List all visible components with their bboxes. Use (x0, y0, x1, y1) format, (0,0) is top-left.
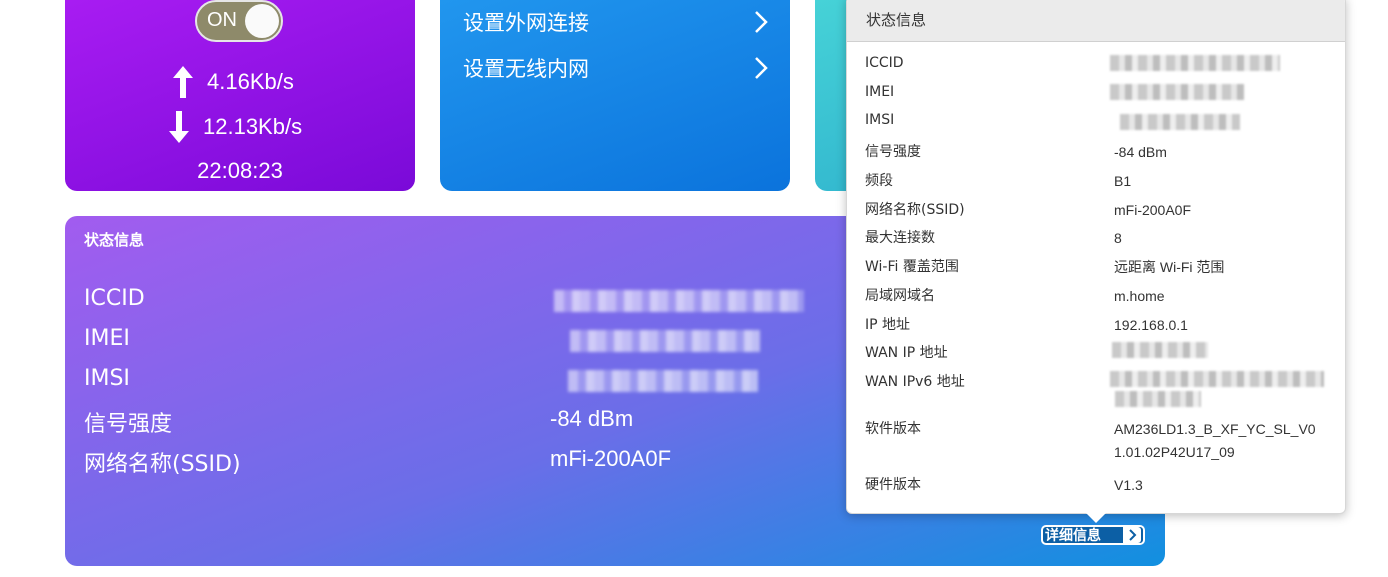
redacted-value (1115, 391, 1201, 407)
upload-speed: 4.16Kb/s (207, 69, 294, 94)
popup-value: V1.3 (1114, 477, 1143, 493)
popup-key: WAN IPv6 地址 (865, 374, 965, 390)
popup-value: 8 (1114, 230, 1122, 246)
redacted-value (1110, 371, 1324, 387)
set-wireless-lan-label: 设置无线内网 (463, 57, 589, 81)
popup-value: -84 dBm (1114, 144, 1167, 160)
redacted-value (1110, 84, 1244, 100)
popup-key: 频段 (865, 173, 893, 189)
chevron-right-icon (1123, 527, 1141, 543)
redacted-value (1120, 114, 1240, 130)
popup-key: 信号强度 (865, 144, 921, 160)
popup-value: 远距离 Wi-Fi 范围 (1114, 259, 1225, 275)
upload-speed-row: 4.16Kb/s (173, 66, 294, 98)
popup-value: AM236LD1.3_B_XF_YC_SL_V01.01.02P42U17_09 (1114, 421, 1316, 460)
popup-key: 网络名称(SSID) (865, 202, 965, 218)
arrow-down-icon (169, 111, 189, 143)
current-time: 22:08:23 (197, 158, 283, 183)
details-button-label: 详细信息 (1045, 528, 1101, 544)
popup-value: 192.168.0.1 (1114, 317, 1188, 333)
popup-key: 硬件版本 (865, 477, 921, 493)
popup-key: IMSI (865, 112, 895, 128)
status-key: ICCID (84, 286, 145, 311)
arrow-up-icon (173, 66, 193, 98)
popup-title: 状态信息 (866, 11, 927, 29)
popup-key: 软件版本 (865, 421, 921, 437)
status-details-popup: 状态信息 ICCID IMEI IMSI 信号强度 -84 dBm 频段 B1 … (846, 0, 1346, 523)
download-speed: 12.13Kb/s (203, 114, 303, 139)
set-wireless-lan-link[interactable]: 设置无线内网 (463, 53, 768, 83)
download-speed-row: 12.13Kb/s (169, 111, 302, 143)
network-settings-card: 设置外网连接 设置无线内网 (440, 0, 790, 191)
status-card-title: 状态信息 (84, 231, 145, 249)
redacted-value (570, 330, 760, 352)
speed-card: ON 4.16Kb/s 12.13Kb/s 22:08:23 (65, 0, 415, 191)
status-value: -84 dBm (550, 406, 634, 431)
popup-key: IMEI (865, 84, 895, 100)
popup-value: B1 (1114, 173, 1132, 189)
details-button[interactable]: 详细信息 (1041, 525, 1145, 545)
toggle-label: ON (207, 9, 237, 31)
status-key: IMSI (84, 366, 130, 391)
set-wan-connection-label: 设置外网连接 (463, 11, 589, 35)
popup-key: WAN IP 地址 (865, 345, 948, 361)
popup-header: 状态信息 (847, 0, 1345, 42)
redacted-value (1110, 55, 1280, 71)
status-value: mFi-200A0F (550, 446, 672, 471)
connection-toggle[interactable]: ON (195, 0, 283, 42)
popup-key: Wi-Fi 覆盖范围 (865, 259, 959, 275)
popup-pointer (1085, 512, 1107, 523)
popup-key: 最大连接数 (865, 230, 935, 246)
status-key: 信号强度 (84, 412, 173, 437)
status-key: 网络名称(SSID) (84, 452, 241, 477)
popup-key: ICCID (865, 55, 904, 71)
redacted-value (554, 290, 804, 312)
chevron-right-icon (755, 11, 768, 33)
popup-value: mFi-200A0F (1114, 202, 1192, 218)
chevron-right-icon (755, 57, 768, 79)
redacted-value (1112, 342, 1208, 358)
status-key: IMEI (84, 326, 130, 351)
toggle-knob (245, 4, 279, 38)
popup-key: 局域网域名 (865, 288, 935, 304)
set-wan-connection-link[interactable]: 设置外网连接 (463, 7, 768, 37)
redacted-value (568, 370, 758, 392)
popup-key: IP 地址 (865, 317, 911, 333)
popup-value: m.home (1114, 288, 1165, 304)
